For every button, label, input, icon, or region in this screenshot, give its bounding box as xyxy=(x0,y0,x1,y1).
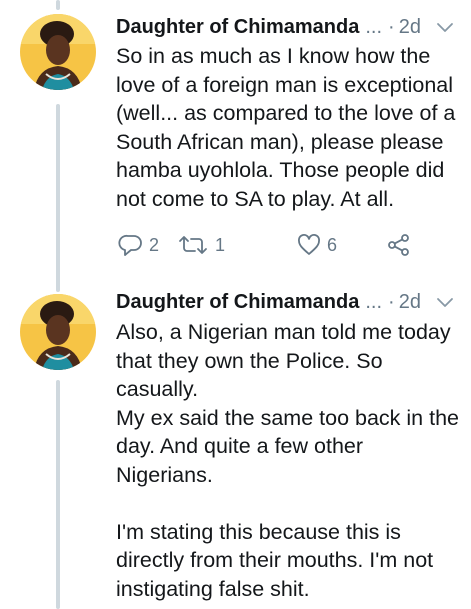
share-button[interactable] xyxy=(386,231,412,259)
tweet[interactable]: Daughter of Chimamanda ... · 2d Also, a … xyxy=(0,280,471,609)
author-name[interactable]: Daughter of Chimamanda xyxy=(116,16,359,39)
reply-button[interactable]: 2 xyxy=(118,231,159,259)
tweet-paragraph: Also, a Nigerian man told me today that … xyxy=(116,320,451,401)
tweet-paragraph: I'm stating this because this is directl… xyxy=(116,519,434,601)
tweet-actions: 2 1 6 xyxy=(116,231,416,259)
tweet-paragraph: My ex said the same too back in the day.… xyxy=(116,405,459,487)
retweet-button[interactable]: 1 xyxy=(176,231,225,259)
like-count: 6 xyxy=(327,234,338,255)
tweet-header: Daughter of Chimamanda ... · 2d xyxy=(116,12,461,42)
timestamp[interactable]: 2d xyxy=(399,291,421,314)
retweet-icon xyxy=(179,236,207,254)
tweet-text: Also, a Nigerian man told me today that … xyxy=(116,318,463,603)
avatar[interactable] xyxy=(20,294,96,370)
heart-icon xyxy=(298,234,320,255)
separator-dot: · xyxy=(388,290,395,313)
tweet-paragraph-blank xyxy=(116,489,463,518)
avatar-photo-icon xyxy=(20,294,96,370)
retweet-count: 1 xyxy=(215,234,226,255)
separator-dot: · xyxy=(388,15,395,38)
tweet-header: Daughter of Chimamanda ... · 2d xyxy=(116,287,461,317)
author-name[interactable]: Daughter of Chimamanda xyxy=(116,291,359,314)
tweet[interactable]: Daughter of Chimamanda ... · 2d So in as… xyxy=(0,0,471,280)
reply-icon xyxy=(118,234,142,256)
tweet-paragraph: So in as much as I know how the love of … xyxy=(116,44,456,211)
share-icon xyxy=(388,234,409,256)
chevron-down-icon[interactable] xyxy=(435,17,455,37)
tweet-text: So in as much as I know how the love of … xyxy=(116,42,463,213)
chevron-down-icon[interactable] xyxy=(435,292,455,312)
name-truncation: ... xyxy=(365,290,383,313)
name-truncation: ... xyxy=(365,15,383,38)
like-button[interactable]: 6 xyxy=(296,231,337,259)
avatar-photo-icon xyxy=(20,14,96,90)
avatar[interactable] xyxy=(20,14,96,90)
timestamp[interactable]: 2d xyxy=(399,16,421,39)
reply-count: 2 xyxy=(149,234,160,255)
